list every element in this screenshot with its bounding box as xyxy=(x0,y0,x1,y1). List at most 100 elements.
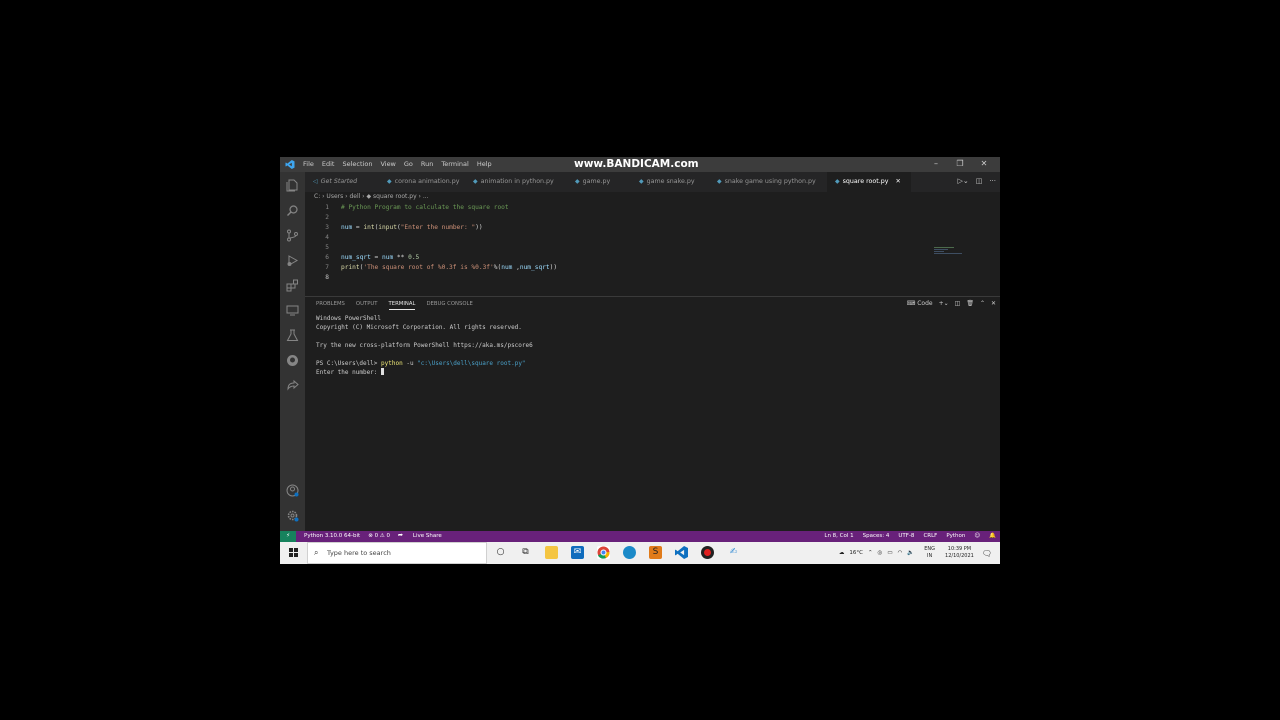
feedback-icon[interactable]: ☺ xyxy=(974,531,980,542)
edge-icon[interactable] xyxy=(623,546,636,559)
status-bar: ⚡ Python 3.10.0 64-bit ⊗ 0 ⚠ 0 ⮫ Live Sh… xyxy=(280,531,1000,542)
chrome-icon[interactable] xyxy=(597,546,610,559)
tab-terminal[interactable]: TERMINAL xyxy=(388,301,416,310)
sublime-icon[interactable]: S xyxy=(649,546,662,559)
tab-snake-game-using-python[interactable]: ◆ snake game using python.py xyxy=(709,172,816,192)
tab-get-started[interactable]: ◁ Get Started xyxy=(305,172,357,192)
tab-output[interactable]: OUTPUT xyxy=(356,301,378,310)
tab-square-root[interactable]: ◆ square root.py ✕ xyxy=(827,172,911,192)
show-hidden-icons-icon[interactable]: ⌃ xyxy=(868,550,873,556)
python-file-icon: ◆ xyxy=(717,178,722,185)
python-idle-icon[interactable]: ✍ xyxy=(727,546,740,559)
remote-indicator-icon[interactable]: ⚡ xyxy=(280,531,296,542)
tab-game[interactable]: ◆ game.py xyxy=(567,172,610,192)
tab-problems[interactable]: PROBLEMS xyxy=(316,301,345,310)
end-of-line[interactable]: CRLF xyxy=(923,531,937,542)
language-mode[interactable]: Python xyxy=(946,531,965,542)
file-explorer-icon[interactable] xyxy=(545,546,558,559)
menu-go[interactable]: Go xyxy=(404,160,413,168)
menu-edit[interactable]: Edit xyxy=(322,160,335,168)
extensions-icon[interactable] xyxy=(286,279,299,292)
weather-temp[interactable]: 16°C xyxy=(849,550,863,556)
code-editor[interactable]: 1 2 3 4 5 6 7 8 # Python Program to calc… xyxy=(305,201,1000,295)
vscode-taskbar-icon[interactable] xyxy=(675,546,688,559)
action-center-icon[interactable]: 🗨 xyxy=(982,549,992,558)
panel-actions: ⌨ Code +⌄ ◫ 🗑 ⌃ ✕ xyxy=(907,300,996,307)
weather-icon[interactable]: ☁ xyxy=(839,550,845,556)
close-panel-icon[interactable]: ✕ xyxy=(991,300,996,307)
split-editor-icon[interactable]: ◫ xyxy=(976,177,983,185)
windows-start-icon[interactable] xyxy=(289,548,298,557)
accounts-icon[interactable] xyxy=(286,484,299,497)
notifications-bell-icon[interactable]: 🔔 xyxy=(989,531,996,542)
python-file-icon: ◆ xyxy=(575,178,580,185)
editor-tabs: ◁ Get Started ◆ corona animation.py ◆ anima… xyxy=(305,172,1000,192)
terminal-dropdown[interactable]: ⌨ Code xyxy=(907,300,933,307)
source-control-icon[interactable] xyxy=(286,229,299,242)
activity-bar xyxy=(280,172,305,536)
breadcrumb[interactable]: C: › Users › dell › ◆ square root.py › .… xyxy=(314,193,429,200)
volume-icon[interactable]: 🔈 xyxy=(907,550,914,556)
editor-actions: ▷⌄ ◫ ··· xyxy=(957,177,996,185)
tab-corona-animation[interactable]: ◆ corona animation.py xyxy=(379,172,459,192)
panel-tabs: PROBLEMS OUTPUT TERMINAL DEBUG CONSOLE xyxy=(316,301,484,310)
task-view-icon[interactable]: ⧉ xyxy=(519,546,532,559)
indentation[interactable]: Spaces: 4 xyxy=(863,531,890,542)
code-line-3: num = int(input("Enter the number: ")) xyxy=(341,224,483,231)
network-icon[interactable]: ◎ xyxy=(878,550,883,556)
close-tab-icon[interactable]: ✕ xyxy=(895,178,900,185)
line-number: 8 xyxy=(325,274,329,281)
explorer-icon[interactable] xyxy=(286,179,299,192)
manage-gear-icon[interactable] xyxy=(286,509,299,522)
problems-count[interactable]: ⊗ 0 ⚠ 0 xyxy=(368,531,390,542)
terminal-cursor[interactable] xyxy=(381,368,385,375)
taskbar-search-input[interactable]: ⌕ Type here to search xyxy=(307,542,487,564)
bandicam-icon[interactable] xyxy=(701,546,714,559)
clock[interactable]: 10:39 PM 12/10/2021 xyxy=(940,546,974,560)
tab-game-snake[interactable]: ◆ game snake.py xyxy=(631,172,695,192)
live-share-icon[interactable] xyxy=(286,379,299,392)
github-icon[interactable] xyxy=(286,354,299,367)
split-terminal-icon[interactable]: ◫ xyxy=(955,300,961,307)
testing-icon[interactable] xyxy=(286,329,299,342)
code-line-1: # Python Program to calculate the square… xyxy=(341,204,509,211)
language-indicator[interactable]: ENG IN xyxy=(919,546,935,560)
wifi-icon[interactable]: ◠ xyxy=(898,550,903,556)
search-icon[interactable] xyxy=(286,204,299,217)
terminal-output[interactable]: Windows PowerShell Copyright (C) Microso… xyxy=(316,314,533,377)
code-line-7: print('The square root of %0.3f is %0.3f… xyxy=(341,264,558,271)
minimize-button[interactable]: – xyxy=(924,159,948,168)
encoding[interactable]: UTF-8 xyxy=(898,531,914,542)
menu-terminal[interactable]: Terminal xyxy=(441,160,468,168)
cortana-icon[interactable]: ○ xyxy=(494,546,507,559)
menu-view[interactable]: View xyxy=(380,160,395,168)
terminal-prompt: PS C:\Users\dell> xyxy=(316,360,382,367)
tab-animation-in-python[interactable]: ◆ animation in python.py xyxy=(465,172,554,192)
new-terminal-icon[interactable]: +⌄ xyxy=(939,300,949,307)
cursor-position[interactable]: Ln 8, Col 1 xyxy=(824,531,853,542)
close-window-button[interactable]: ✕ xyxy=(972,159,996,168)
run-python-file-icon[interactable]: ▷⌄ xyxy=(957,177,968,185)
tab-debug-console[interactable]: DEBUG CONSOLE xyxy=(426,301,472,310)
maximize-panel-icon[interactable]: ⌃ xyxy=(980,300,985,307)
python-file-icon: ◆ xyxy=(835,178,840,185)
menu-selection[interactable]: Selection xyxy=(342,160,372,168)
restore-button[interactable]: ❐ xyxy=(948,159,972,168)
terminal-path: "c:\Users\dell\square root.py" xyxy=(417,360,526,367)
mail-icon[interactable]: ✉ xyxy=(571,546,584,559)
python-interpreter[interactable]: Python 3.10.0 64-bit xyxy=(304,531,360,542)
minimap[interactable] xyxy=(934,247,994,257)
terminal-input-prompt: Enter the number: xyxy=(316,369,382,376)
menu-help[interactable]: Help xyxy=(477,160,492,168)
line-number: 5 xyxy=(325,244,329,251)
run-debug-icon[interactable] xyxy=(286,254,299,267)
line-number: 4 xyxy=(325,234,329,241)
menu-run[interactable]: Run xyxy=(421,160,433,168)
battery-icon[interactable]: ▭ xyxy=(887,550,892,556)
remote-explorer-icon[interactable] xyxy=(286,304,299,317)
more-actions-icon[interactable]: ··· xyxy=(989,177,996,185)
vscode-small-icon: ◁ xyxy=(313,178,318,185)
menu-file[interactable]: File xyxy=(303,160,314,168)
live-share-button[interactable]: ⮫ Live Share xyxy=(398,531,450,542)
kill-terminal-icon[interactable]: 🗑 xyxy=(966,300,974,307)
